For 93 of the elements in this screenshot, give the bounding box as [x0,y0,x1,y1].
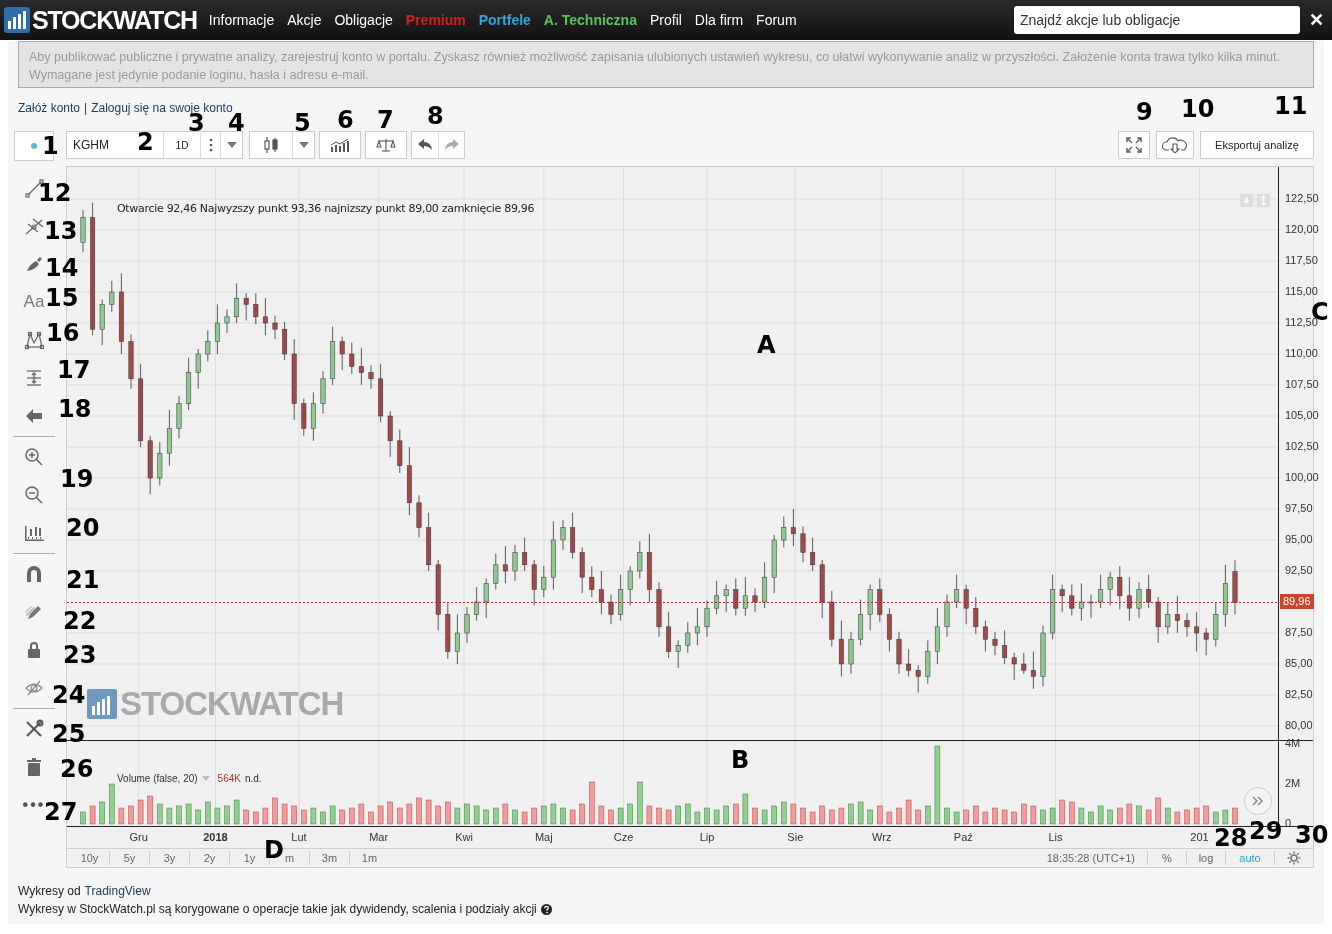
price-tick-label: 115,00 [1285,286,1318,297]
nav-link[interactable]: Informacje [208,9,275,31]
date-label: 201 [1190,832,1209,843]
annotation-label: 28 [1214,826,1248,850]
price-tick-label: 117,50 [1285,255,1318,266]
annotation-label: 8 [427,104,444,128]
last-price-label: 89,96 [1280,594,1314,610]
register-link[interactable]: Załóż konto [18,99,81,117]
annotation-label: 21 [66,568,100,592]
volume-legend: Volume (false, 20) [117,771,198,786]
nav-link[interactable]: Obligacje [334,9,393,31]
date-label: Maj [534,832,553,843]
date-label: 2018 [203,832,228,843]
annotation-label: 22 [63,609,97,633]
annotation-label: B [731,748,750,772]
annotation-label: 12 [38,181,72,205]
volume-value: 564K [217,772,241,786]
logo-text: STOCKWATCH [32,7,197,33]
price-tick-label: 120,00 [1285,224,1319,235]
credit-text: Wykresy od [18,883,81,900]
date-label: Gru [129,832,148,843]
tradingview-link[interactable]: TradingView [84,882,151,900]
percent-button[interactable]: % [1148,849,1186,867]
annotation-label: 5 [294,111,311,135]
ohlc-legend: Otwarcie 92,46 Najwyzszy punkt 93,36 najnizszy punkt 89,00 zamknięcie 89,96 [117,201,535,218]
annotation-label: 20 [66,516,100,540]
annotation-label: 26 [60,757,94,781]
annotation-label: 13 [44,219,78,243]
volume-status: n.d. [244,772,262,786]
range-button[interactable]: 1m [350,849,389,867]
annotation-label: 24 [52,683,86,707]
price-tick-label: 122,50 [1285,193,1319,204]
price-tick-label: 102,50 [1285,441,1319,452]
annotation-label: 19 [60,467,94,491]
price-tick-label: 105,00 [1285,410,1319,421]
price-tick-label: 92,50 [1285,565,1313,576]
annotation-label: A [757,333,776,357]
export-button[interactable]: Eksportuj analizę [1200,131,1314,159]
price-tick-label: 100,00 [1285,472,1319,483]
price-tick-label: 87,50 [1285,627,1313,638]
annotation-label: 23 [63,643,97,667]
range-button[interactable]: 5y [110,849,149,867]
annotation-label: 6 [337,108,354,132]
close-button[interactable]: ✕ [1308,6,1324,34]
annotation-label: 14 [45,256,79,280]
date-label: Mar [369,832,389,843]
range-button[interactable]: 2y [190,849,229,867]
date-label: Sie [787,832,804,843]
date-label: Paź [953,832,973,843]
nav-link[interactable]: A. Techniczna [543,9,637,31]
annotation-label: 25 [52,722,86,746]
date-label: Cze [613,832,634,843]
range-button[interactable]: 3m [310,849,349,867]
nav-link[interactable]: Akcje [287,9,322,31]
range-button[interactable]: 10y [70,849,109,867]
adjustment-note: Wykresy w StockWatch.pl są korygowane o operacje takie jak dywidendy, scalenia i podziały akcji [18,901,537,918]
log-button[interactable]: log [1187,849,1225,867]
volume-tick-label: 2M [1285,778,1301,789]
nav-link[interactable]: Forum [756,9,797,31]
annotation-label: 10 [1181,97,1215,121]
price-tick-label: 95,00 [1285,534,1313,545]
annotation-label: 7 [377,108,394,132]
annotation-label: 18 [58,397,92,421]
search-field[interactable]: Znajdź akcje lub obligacje [1014,6,1300,34]
volume-tick-label: 0 [1285,818,1292,829]
nav-link[interactable]: Profil [649,9,682,31]
price-tick-label: 97,50 [1285,503,1313,514]
annotation-label: 27 [44,800,78,824]
nav-link[interactable]: Dla firm [694,9,744,31]
chart-watermark: STOCKWATCH [120,687,344,720]
annotation-label: 15 [45,286,79,310]
price-tick-label: 112,50 [1285,317,1318,328]
annotation-label: 30 [1295,823,1329,847]
time-label: 18:35:28 (UTC+1) [1046,850,1135,866]
price-tick-label: 80,00 [1285,720,1313,731]
date-label: Lut [291,832,307,843]
nav-link[interactable]: Portfele [478,9,531,31]
price-tick-label: 85,00 [1285,658,1313,669]
annotation-label: 9 [1136,100,1153,124]
annotation-label: 11 [1274,94,1308,118]
price-tick-label: 82,50 [1285,689,1313,700]
date-label: Kwi [455,832,473,843]
annotation-label: 17 [57,358,91,382]
date-label: Lis [1048,832,1063,843]
annotation-label: 1 [42,134,59,158]
annotation-label: 4 [228,111,245,135]
range-button[interactable]: 3y [150,849,189,867]
price-tick-label: 107,50 [1285,379,1319,390]
date-label: Lip [699,832,715,843]
link-separator: | [84,100,88,117]
price-tick-label: 110,00 [1285,348,1318,359]
annotation-label: 16 [46,321,80,345]
date-label: Wrz [872,832,892,843]
